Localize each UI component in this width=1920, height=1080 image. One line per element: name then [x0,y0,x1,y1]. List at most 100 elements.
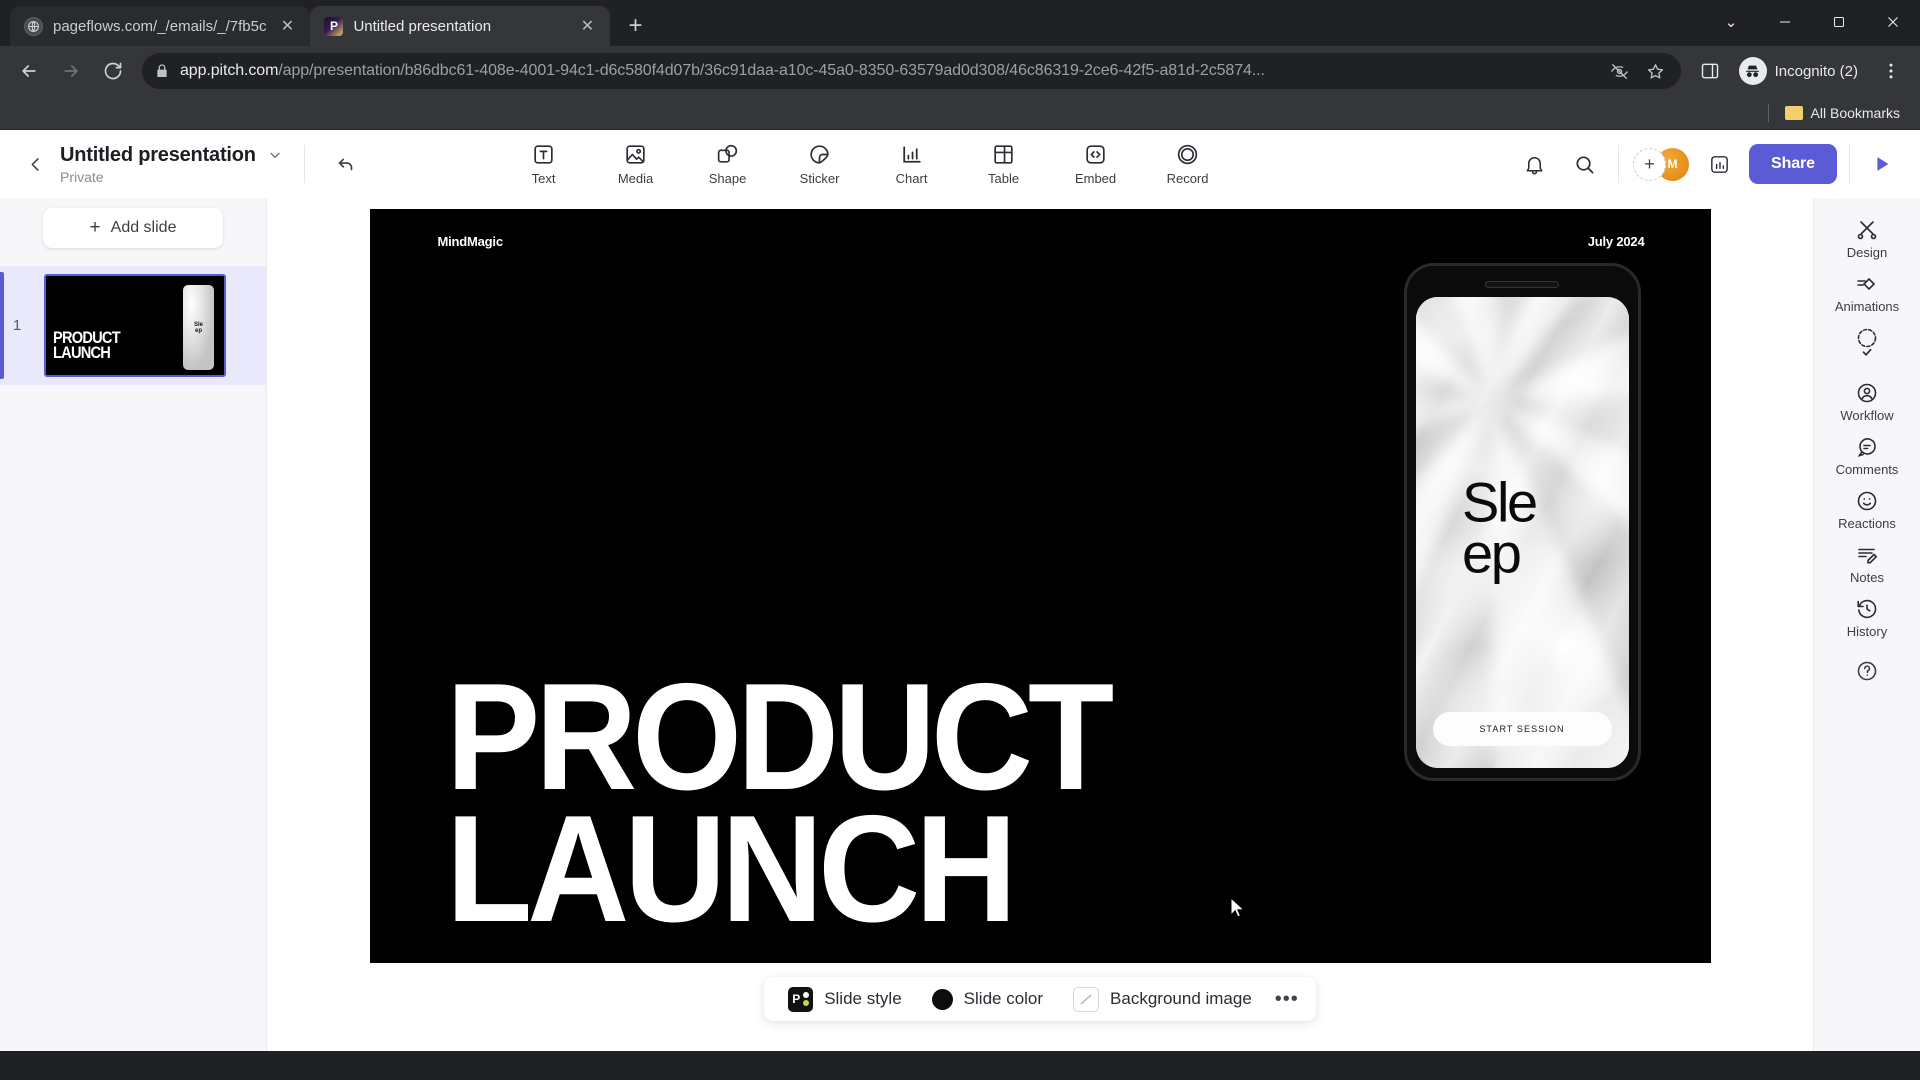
slide-brand-label[interactable]: MindMagic [438,234,504,249]
sidebar-item-workflow[interactable]: Workflow [1823,320,1911,427]
side-panel-icon[interactable] [1691,52,1729,90]
presentation-title-block[interactable]: Untitled presentation Private [60,144,282,185]
phone-headline: Sle ep [1462,470,1538,585]
url-host: app.pitch.com [180,62,279,79]
workflow-icons [1855,326,1879,364]
add-slide-label: Add slide [110,219,177,236]
slide-color-button[interactable]: Slide color [920,983,1055,1016]
omnibar-right-controls: Incognito (2) [1691,52,1910,90]
tool-label: Embed [1074,171,1117,186]
sidebar-item-notes[interactable]: Notes [1823,537,1911,589]
window-controls: ⌄ [1704,0,1920,44]
lock-icon [154,63,170,79]
slide-canvas-area[interactable]: MindMagic July 2024 PRODUCT LAUNCH Sle e… [267,198,1813,1051]
chevron-down-icon[interactable] [268,148,282,162]
visibility-label: Private [60,168,104,185]
help-icon[interactable] [1847,651,1887,691]
globe-icon [24,16,43,36]
undo-button[interactable] [327,145,365,183]
comment-bubble-icon [1855,435,1879,459]
person-circle-icon[interactable] [1855,381,1879,405]
all-bookmarks-button[interactable]: All Bookmarks [1779,101,1906,125]
sidebar-item-label: Reactions [1838,516,1896,531]
bookmark-star-icon[interactable] [1643,58,1669,84]
slide-style-button[interactable]: P Slide style [776,981,913,1018]
pitch-app: Untitled presentation Private Text Media [0,130,1920,1051]
close-icon[interactable]: ✕ [576,15,598,37]
bookmarks-bar: All Bookmarks [0,96,1920,130]
animation-diamond-icon [1855,272,1879,296]
plus-icon: + [89,217,101,238]
forward-button[interactable] [52,52,90,90]
browser-tab-pageflows[interactable]: pageflows.com/_/emails/_/7fb5c ✕ [10,6,311,46]
notifications-bell-icon[interactable] [1514,144,1554,184]
back-to-workspace-button[interactable] [18,147,52,181]
url-input[interactable]: app.pitch.com/app/presentation/b86dbc61-… [142,53,1681,89]
tool-label: Text [531,171,556,186]
slide-list-item-1[interactable]: 1 PRODUCT LAUNCH Sle ep [0,266,266,385]
more-options-icon[interactable]: ••• [1270,982,1304,1016]
chevron-down-icon[interactable]: ⌄ [1704,0,1758,44]
tool-label: Record [1166,171,1209,186]
scissors-brush-icon [1855,218,1879,242]
slide-headline[interactable]: PRODUCT LAUNCH [446,660,1114,945]
tracking-protection-icon[interactable] [1607,58,1633,84]
minimize-button[interactable] [1758,0,1812,44]
back-button[interactable] [10,52,48,90]
search-icon[interactable] [1564,144,1604,184]
slides-panel: + Add slide 1 PRODUCT LAUNCH Sle ep [0,198,267,1051]
tool-chart[interactable]: Chart [881,140,943,188]
background-image-button[interactable]: Background image [1061,981,1264,1018]
sidebar-item-animations[interactable]: Animations [1823,266,1911,318]
chrome-menu-icon[interactable] [1872,52,1910,90]
close-icon[interactable]: ✕ [276,15,298,37]
app-toolbar: Untitled presentation Private Text Media [0,130,1920,198]
sidebar-item-reactions[interactable]: Reactions [1823,483,1911,535]
tool-embed[interactable]: Embed [1065,140,1127,188]
smiley-icon [1855,489,1879,513]
present-play-button[interactable] [1862,144,1902,184]
tab-title: Untitled presentation [353,17,492,35]
tool-table[interactable]: Table [973,140,1035,188]
add-slide-button[interactable]: + Add slide [43,208,223,248]
color-swatch-icon [931,988,953,1010]
share-button[interactable]: Share [1749,144,1837,184]
window-close-button[interactable] [1866,0,1920,44]
browser-tab-pitch[interactable]: P Untitled presentation ✕ [310,6,611,46]
divider [1767,103,1769,122]
tool-record[interactable]: Record [1157,140,1219,188]
maximize-button[interactable] [1812,0,1866,44]
collaborators: + M [1633,147,1690,181]
tool-sticker[interactable]: Sticker [789,140,851,188]
divider [1849,145,1850,183]
slide-date-label[interactable]: July 2024 [1588,234,1645,249]
slide-style-icon: P [788,986,814,1012]
sidebar-item-history[interactable]: History [1823,591,1911,643]
tool-label: Table [988,171,1020,186]
sidebar-item-design[interactable]: Design [1823,212,1911,264]
tool-media[interactable]: Media [605,140,667,188]
tab-strip: pageflows.com/_/emails/_/7fb5c ✕ P Untit… [0,0,1920,46]
new-tab-button[interactable]: + [618,9,652,43]
slide-thumbnail[interactable]: PRODUCT LAUNCH Sle ep [44,274,226,377]
add-collaborator-button[interactable]: + [1633,147,1667,181]
phone-mockup[interactable]: Sle ep START SESSION [1403,263,1641,781]
start-session-button: START SESSION [1432,712,1612,746]
tool-text[interactable]: Text [513,140,575,188]
incognito-icon [1738,57,1767,85]
mouse-cursor [1230,897,1245,918]
browser-window: pageflows.com/_/emails/_/7fb5c ✕ P Untit… [0,0,1920,130]
analytics-icon[interactable] [1699,144,1739,184]
reload-button[interactable] [94,52,132,90]
tool-label: Shape [708,171,747,186]
slide-number: 1 [12,317,22,334]
address-bar: app.pitch.com/app/presentation/b86dbc61-… [0,46,1920,96]
incognito-profile-button[interactable]: Incognito (2) [1735,54,1870,88]
thumbnail-phone-mockup: Sle ep [183,285,214,370]
slide-canvas[interactable]: MindMagic July 2024 PRODUCT LAUNCH Sle e… [369,209,1711,963]
slide-style-bar: P Slide style Slide color Background ima… [764,977,1316,1021]
tool-shape[interactable]: Shape [697,140,759,188]
history-clock-icon [1855,597,1879,621]
sidebar-item-comments[interactable]: Comments [1823,429,1911,481]
insert-toolbar: Text Media Shape Sticker Chart Table Emb… [513,140,1219,188]
